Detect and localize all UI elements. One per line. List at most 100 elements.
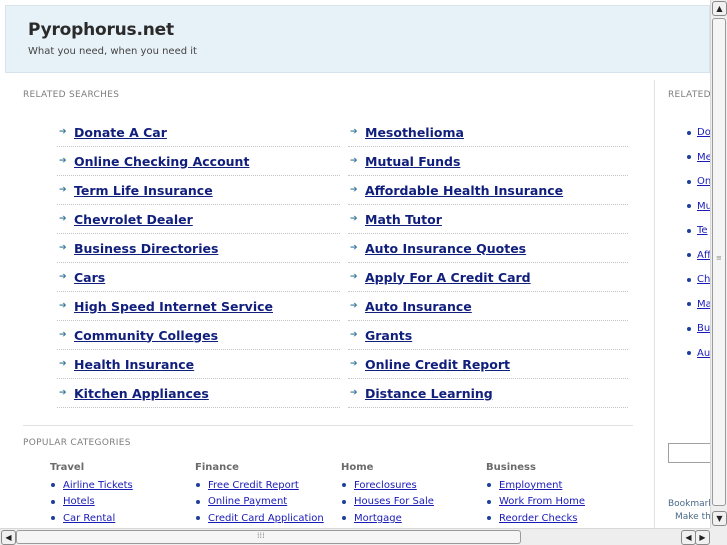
category-link-label[interactable]: Foreclosures bbox=[354, 480, 417, 491]
related-search-label[interactable]: Kitchen Appliances bbox=[74, 386, 209, 401]
related-search-label[interactable]: Mutual Funds bbox=[365, 154, 460, 169]
category-link-label[interactable]: Free Credit Report bbox=[208, 480, 299, 491]
category-link[interactable]: Car Rental bbox=[50, 510, 190, 527]
category-link-label[interactable]: Houses For Sale bbox=[354, 496, 434, 507]
category-link-label[interactable]: Credit Card Application bbox=[208, 513, 324, 524]
related-search-label[interactable]: Mesothelioma bbox=[365, 125, 464, 140]
related-search-label[interactable]: Health Insurance bbox=[74, 357, 194, 372]
side-related-link[interactable]: Te bbox=[687, 225, 708, 236]
side-related-link[interactable]: Ch bbox=[687, 274, 710, 285]
related-search-link[interactable]: ➔ Online Checking Account bbox=[57, 147, 340, 176]
related-search-label[interactable]: Cars bbox=[74, 270, 105, 285]
related-search-link[interactable]: ➔ Distance Learning bbox=[348, 379, 628, 408]
side-related-link[interactable]: Aff bbox=[687, 250, 710, 261]
side-related-link[interactable]: Me bbox=[687, 152, 710, 163]
related-search-label[interactable]: Donate A Car bbox=[74, 125, 167, 140]
related-search-label[interactable]: Affordable Health Insurance bbox=[365, 183, 563, 198]
category-link-label[interactable]: Hotels bbox=[63, 496, 95, 507]
related-search-label[interactable]: Auto Insurance bbox=[365, 299, 472, 314]
side-related-label[interactable]: Aff bbox=[697, 250, 710, 261]
scroll-left-button-2[interactable]: ◀ bbox=[681, 530, 696, 545]
side-related-label[interactable]: Ma bbox=[697, 299, 710, 310]
related-search-link[interactable]: ➔ Mutual Funds bbox=[348, 147, 628, 176]
category-link[interactable]: Work From Home bbox=[486, 494, 626, 511]
category-link-label[interactable]: Airline Tickets bbox=[63, 480, 133, 491]
vertical-scroll-thumb[interactable]: ≡ bbox=[712, 18, 726, 506]
category-link[interactable]: Credit Card Application bbox=[195, 510, 335, 527]
related-search-link[interactable]: ➔ High Speed Internet Service bbox=[57, 292, 340, 321]
bookmark-link[interactable]: Bookmark bbox=[668, 499, 710, 509]
horizontal-scroll-thumb[interactable]: ⁞⁞⁞ bbox=[16, 530, 521, 544]
category-link-label[interactable]: Work From Home bbox=[499, 496, 585, 507]
side-related-link[interactable]: Do bbox=[687, 127, 710, 138]
bullet-icon bbox=[687, 130, 691, 135]
category-link-label[interactable]: Mortgage bbox=[354, 513, 402, 524]
scroll-left-button[interactable]: ◀ bbox=[1, 530, 16, 545]
related-search-link[interactable]: ➔ Community Colleges bbox=[57, 321, 340, 350]
related-search-link[interactable]: ➔ Donate A Car bbox=[57, 118, 340, 147]
related-search-label[interactable]: Business Directories bbox=[74, 241, 218, 256]
arrow-right-icon: ➔ bbox=[350, 359, 358, 369]
related-search-label[interactable]: High Speed Internet Service bbox=[74, 299, 273, 314]
scroll-up-button[interactable]: ▲ bbox=[712, 1, 727, 16]
side-related-label[interactable]: On bbox=[697, 176, 710, 187]
category-link[interactable]: Hotels bbox=[50, 494, 190, 511]
related-search-link[interactable]: ➔ Auto Insurance Quotes bbox=[348, 234, 628, 263]
related-search-link[interactable]: ➔ Affordable Health Insurance bbox=[348, 176, 628, 205]
related-search-link[interactable]: ➔ Business Directories bbox=[57, 234, 340, 263]
category-link[interactable]: Houses For Sale bbox=[341, 494, 481, 511]
related-search-link[interactable]: ➔ Grants bbox=[348, 321, 628, 350]
side-related-label[interactable]: Aut bbox=[697, 348, 710, 359]
related-search-label[interactable]: Chevrolet Dealer bbox=[74, 212, 193, 227]
category-link[interactable]: Employment bbox=[486, 477, 626, 494]
category-link-label[interactable]: Employment bbox=[499, 480, 562, 491]
category-link[interactable]: Foreclosures bbox=[341, 477, 481, 494]
related-search-link[interactable]: ➔ Mesothelioma bbox=[348, 118, 628, 147]
related-search-label[interactable]: Distance Learning bbox=[365, 386, 493, 401]
scroll-down-button[interactable]: ▼ bbox=[712, 511, 727, 526]
related-search-link[interactable]: ➔ Online Credit Report bbox=[348, 350, 628, 379]
horizontal-scrollbar[interactable]: ◀ ⁞⁞⁞ ◀ ▶ bbox=[0, 528, 710, 545]
make-homepage-link[interactable]: Make thi bbox=[675, 512, 710, 522]
category-link[interactable]: Airline Tickets bbox=[50, 477, 190, 494]
side-related-label[interactable]: Me bbox=[697, 152, 710, 163]
side-related-label[interactable]: Mu bbox=[697, 201, 710, 212]
side-related-label[interactable]: Ch bbox=[697, 274, 710, 285]
category-link[interactable]: Reorder Checks bbox=[486, 510, 626, 527]
category-link-label[interactable]: Online Payment bbox=[208, 496, 287, 507]
side-search-input[interactable] bbox=[668, 443, 710, 463]
category-link-label[interactable]: Car Rental bbox=[63, 513, 115, 524]
category-link[interactable]: Mortgage bbox=[341, 510, 481, 527]
related-search-link[interactable]: ➔ Math Tutor bbox=[348, 205, 628, 234]
related-search-label[interactable]: Online Checking Account bbox=[74, 154, 249, 169]
category-link-label[interactable]: Reorder Checks bbox=[499, 513, 577, 524]
side-related-label[interactable]: Te bbox=[697, 225, 708, 236]
scroll-right-button[interactable]: ▶ bbox=[695, 530, 710, 545]
related-search-label[interactable]: Term Life Insurance bbox=[74, 183, 213, 198]
related-search-label[interactable]: Community Colleges bbox=[74, 328, 218, 343]
side-related-label[interactable]: Do bbox=[697, 127, 710, 138]
related-search-label[interactable]: Apply For A Credit Card bbox=[365, 270, 531, 285]
related-search-link[interactable]: ➔ Chevrolet Dealer bbox=[57, 205, 340, 234]
related-search-link[interactable]: ➔ Auto Insurance bbox=[348, 292, 628, 321]
related-search-link[interactable]: ➔ Health Insurance bbox=[57, 350, 340, 379]
related-search-label[interactable]: Math Tutor bbox=[365, 212, 442, 227]
side-related-label[interactable]: Bu bbox=[697, 323, 710, 334]
category-link[interactable]: Online Payment bbox=[195, 494, 335, 511]
related-search-link[interactable]: ➔ Cars bbox=[57, 263, 340, 292]
side-related-link[interactable]: On bbox=[687, 176, 710, 187]
side-related-link[interactable]: Aut bbox=[687, 348, 710, 359]
related-search-label[interactable]: Auto Insurance Quotes bbox=[365, 241, 526, 256]
vertical-scrollbar[interactable]: ▲ ≡ ▼ bbox=[710, 0, 727, 528]
site-title[interactable]: Pyrophorus.net bbox=[28, 20, 174, 40]
related-search-link[interactable]: ➔ Term Life Insurance bbox=[57, 176, 340, 205]
related-search-label[interactable]: Grants bbox=[365, 328, 412, 343]
side-related-link[interactable]: Ma bbox=[687, 299, 710, 310]
side-related-link[interactable]: Bu bbox=[687, 323, 710, 334]
related-search-label[interactable]: Online Credit Report bbox=[365, 357, 510, 372]
bullet-icon bbox=[687, 253, 691, 257]
related-search-link[interactable]: ➔ Apply For A Credit Card bbox=[348, 263, 628, 292]
related-search-link[interactable]: ➔ Kitchen Appliances bbox=[57, 379, 340, 408]
category-link[interactable]: Free Credit Report bbox=[195, 477, 335, 494]
side-related-link[interactable]: Mu bbox=[687, 201, 710, 212]
